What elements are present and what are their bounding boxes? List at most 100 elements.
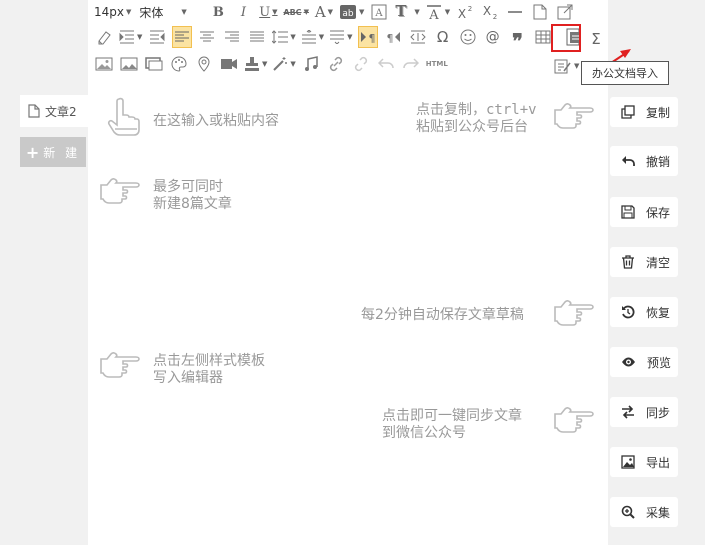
caret-down-icon: ▼ <box>126 8 132 16</box>
new-document-icon[interactable] <box>530 1 550 23</box>
at-sign-icon[interactable]: @ <box>483 26 503 48</box>
font-size-select[interactable]: 14px ▼ <box>94 1 131 23</box>
hint-max-line1: 最多可同时 <box>153 179 223 195</box>
doc-tab-label: 文章2 <box>45 104 77 119</box>
text-shadow-icon[interactable]: T T ▼ <box>394 1 420 23</box>
font-size-value: 14px <box>94 5 124 19</box>
svg-text:X: X <box>483 4 491 18</box>
frame-icon[interactable] <box>144 53 164 75</box>
save-button[interactable]: 保存 <box>610 197 678 227</box>
outdent-icon[interactable] <box>147 26 167 48</box>
block-quote-layout-icon[interactable] <box>408 26 428 48</box>
map-pin-icon[interactable] <box>194 53 214 75</box>
sync-label: 同步 <box>646 405 671 420</box>
paragraph-spacing-bottom-icon[interactable]: ▼ <box>329 26 353 48</box>
copy-label: 复制 <box>646 105 671 120</box>
palette-icon[interactable] <box>169 53 189 75</box>
indent-icon[interactable]: ▼ <box>119 26 142 48</box>
hint-template-line1: 点击左侧样式模板 <box>153 353 265 369</box>
copy-button[interactable]: 复制 <box>610 97 678 127</box>
superscript-icon[interactable]: X2 <box>455 1 475 23</box>
restore-label: 恢复 <box>646 305 671 320</box>
blockquote-icon[interactable]: ❞ <box>508 26 528 51</box>
hint-copy-line2: 粘贴到公众号后台 <box>416 119 528 135</box>
caret-down-icon: ▼ <box>347 33 353 41</box>
font-family-value: 宋体 <box>139 5 164 20</box>
save-icon <box>621 205 635 219</box>
edit-note-icon[interactable]: ▼ <box>554 55 579 77</box>
eye-icon <box>622 357 635 367</box>
redo-toolbar-icon[interactable] <box>401 53 421 75</box>
underline-icon[interactable]: U ▼ <box>258 1 278 23</box>
clear-button[interactable]: 清空 <box>610 247 678 277</box>
office-import-tooltip: 办公文档导入 <box>581 61 669 85</box>
align-left-icon[interactable] <box>172 26 193 48</box>
caret-down-icon: ▼ <box>303 8 309 16</box>
caret-down-icon: ▼ <box>290 33 296 41</box>
special-char-icon[interactable]: Ω <box>433 26 453 48</box>
align-right-icon[interactable] <box>222 26 242 48</box>
rtl-direction-icon[interactable]: ¶ <box>383 26 403 48</box>
undo-button[interactable]: 撤销 <box>610 146 678 176</box>
eraser-icon[interactable] <box>94 26 114 48</box>
emoji-icon[interactable] <box>458 26 478 48</box>
video-icon[interactable] <box>219 53 239 75</box>
font-family-select[interactable]: 宋体 ▼ <box>139 1 203 23</box>
editor-panel: 14px ▼ 宋体 ▼ B I U ▼ ABC ▼ A ▼ ab ▼ A T T ▼ A ▼ X2… <box>88 0 631 545</box>
paragraph-spacing-top-icon[interactable]: ▼ <box>301 26 324 48</box>
export-button[interactable]: 导出 <box>610 447 678 477</box>
unlink-icon[interactable] <box>351 53 371 75</box>
background-color-icon[interactable]: ab ▼ <box>339 1 364 23</box>
insert-image-icon[interactable] <box>94 53 114 75</box>
preview-button[interactable]: 预览 <box>610 347 678 377</box>
undo-toolbar-icon[interactable] <box>376 53 396 75</box>
hand-pointing-right-icon <box>100 352 140 378</box>
font-color-icon[interactable]: A ▼ <box>314 1 334 23</box>
bold-icon[interactable]: B <box>208 1 228 23</box>
collect-button[interactable]: 采集 <box>610 497 678 527</box>
align-center-icon[interactable] <box>197 26 217 48</box>
html-source-button[interactable]: HTML <box>426 53 448 75</box>
align-justify-icon[interactable] <box>247 26 267 48</box>
new-article-button[interactable]: + 新 建 <box>20 137 86 167</box>
image-icon <box>621 455 635 469</box>
new-button-label: 新 建 <box>43 145 81 160</box>
caret-down-icon: ▼ <box>574 62 580 70</box>
stamp-icon[interactable]: ▼ <box>244 53 267 75</box>
line-height-icon[interactable]: ▼ <box>272 26 296 48</box>
horizontal-rule-icon[interactable] <box>505 1 525 23</box>
svg-text:2: 2 <box>493 13 497 20</box>
svg-text:ab: ab <box>342 9 354 19</box>
table-icon[interactable] <box>533 26 553 48</box>
hand-pointing-up-icon <box>107 97 140 136</box>
hint-max-line2: 新建8篇文章 <box>153 196 232 212</box>
strikethrough-icon[interactable]: ABC ▼ <box>283 1 309 23</box>
subscript-icon[interactable]: X2 <box>480 1 500 23</box>
caret-down-icon: ▼ <box>137 33 143 41</box>
svg-text:T: T <box>396 4 408 20</box>
hint-sync-line2: 到微信公众号 <box>382 425 466 441</box>
link-icon[interactable] <box>326 53 346 75</box>
ltr-direction-icon[interactable]: ¶ <box>357 26 378 48</box>
sync-button[interactable]: 同步 <box>610 397 678 427</box>
multi-image-icon[interactable] <box>119 53 139 75</box>
caret-down-icon: ▼ <box>272 8 278 16</box>
editor-toolbar: 14px ▼ 宋体 ▼ B I U ▼ ABC ▼ A ▼ ab ▼ A T T ▼ A ▼ X2… <box>88 0 608 82</box>
toolbar-row-3: ▼ ▼ HTML <box>94 52 453 76</box>
font-border-icon[interactable]: A <box>369 1 389 23</box>
caret-down-icon: ▼ <box>358 8 365 16</box>
music-icon[interactable] <box>301 53 321 75</box>
magic-wand-icon[interactable]: ▼ <box>272 53 296 75</box>
doc-tab-2[interactable]: 文章2 <box>20 95 88 127</box>
fullscreen-icon[interactable] <box>555 1 575 23</box>
toolbar-row-2: ▼ ▼ ▼ ▼ ¶ ¶ Ω @ ❞ <box>94 25 589 51</box>
restore-button[interactable]: 恢复 <box>610 297 678 327</box>
svg-text:¶: ¶ <box>368 32 375 44</box>
undo-icon <box>622 156 635 166</box>
svg-text:¶: ¶ <box>386 32 393 44</box>
caret-down-icon: ▼ <box>414 8 420 16</box>
letter-spacing-icon[interactable]: A ▼ <box>425 1 450 23</box>
italic-icon[interactable]: I <box>233 1 253 23</box>
preview-label: 预览 <box>647 355 672 370</box>
hint-template-line2: 写入编辑器 <box>153 370 223 386</box>
